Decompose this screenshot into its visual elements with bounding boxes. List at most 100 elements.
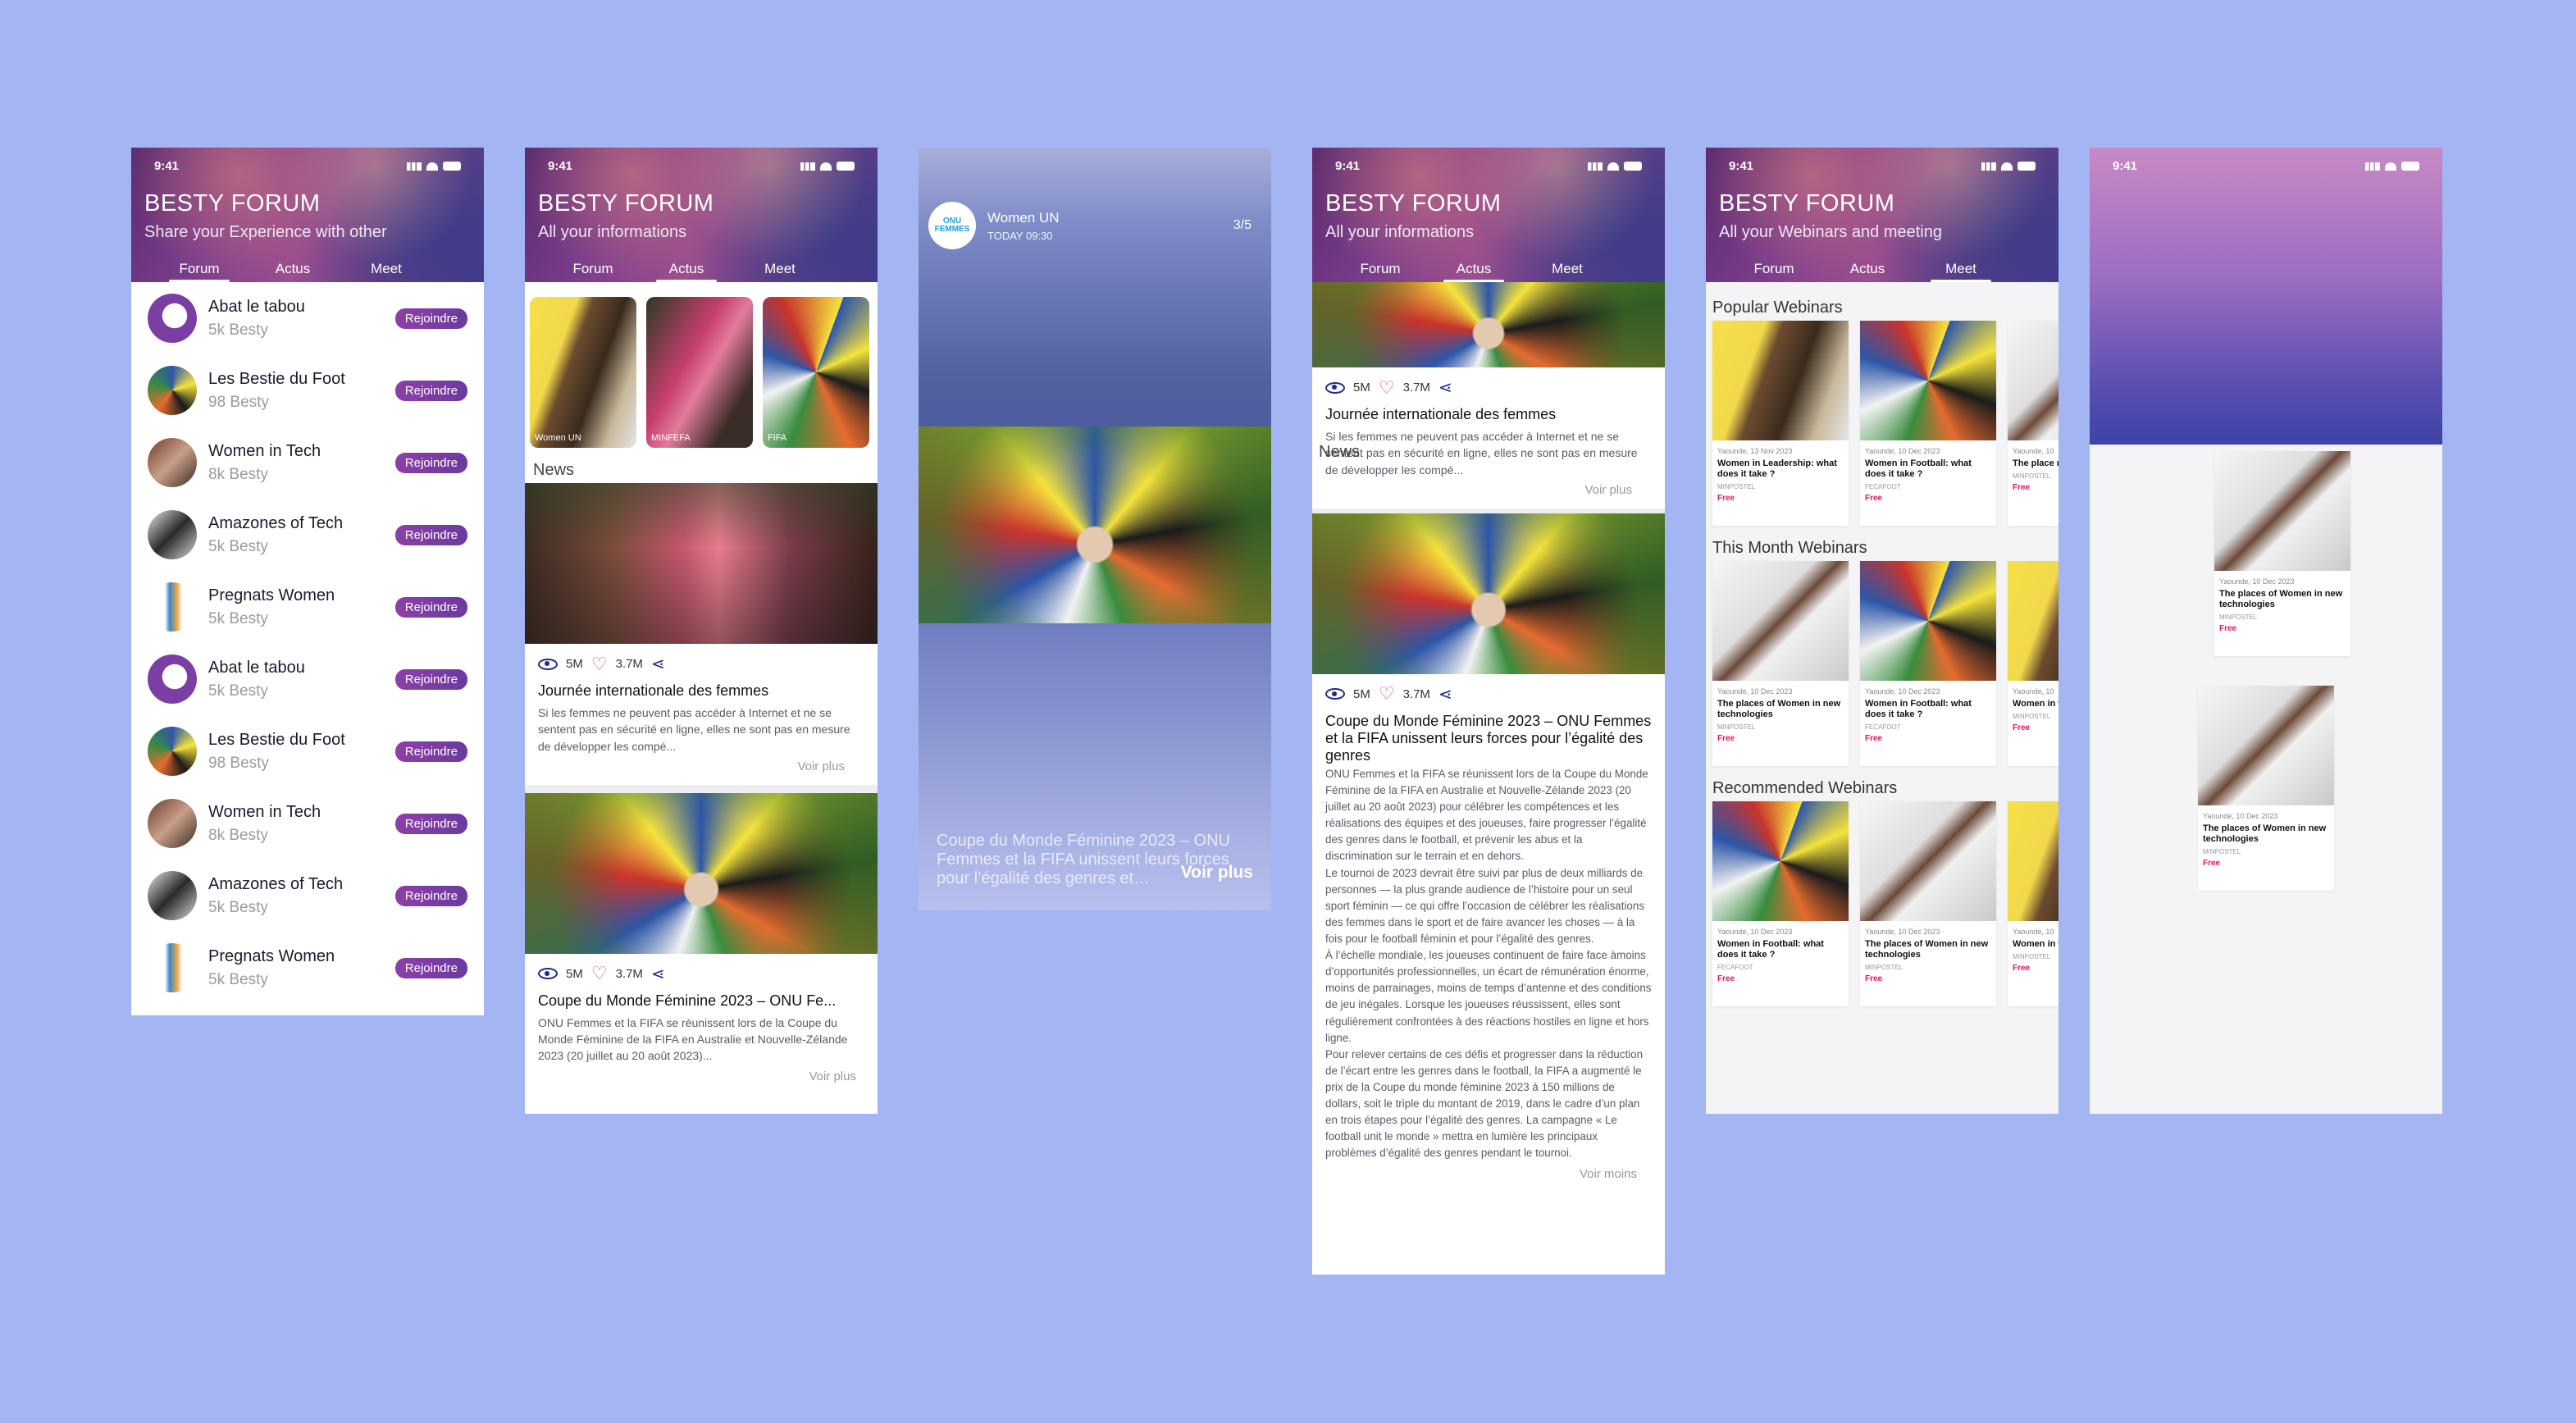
news-photo[interactable] [1312,282,1665,367]
forum-group-row[interactable]: Abat le tabou 5k Besty Rejoindre [131,643,484,715]
forum-group-row[interactable]: Women in Tech 8k Besty Rejoindre [131,426,484,499]
forum-group-row[interactable]: Women in Tech 8k Besty Rejoindre [131,787,484,860]
join-button[interactable]: Rejoindre [394,885,467,906]
forum-group-row[interactable]: Amazones of Tech 5k Besty Rejoindre [131,860,484,932]
status-bar: 9:41 [1729,159,2036,173]
heart-icon[interactable]: ♡ [1379,685,1395,703]
group-name: Women in Tech [208,441,321,460]
webinar-image [1712,321,1849,440]
heart-icon[interactable]: ♡ [1379,378,1395,397]
webinar-image [2008,321,2059,440]
webinar-card[interactable]: Yaounde, 10 Dec 2023 The places of Women… [1860,801,1996,1006]
voir-plus-link[interactable]: Voir plus [1181,863,1253,883]
story-minfefa[interactable]: MINFEFA [646,297,753,448]
tab-forum[interactable]: Forum [1727,258,1821,282]
views-count: 5M [1353,686,1370,701]
story-women-un[interactable]: Women UN [530,297,636,448]
webinar-image [2198,686,2334,805]
webinar-card[interactable]: Yaounde, 10 The place new techn MINPOSTE… [2008,321,2059,526]
webinar-image [1712,561,1849,681]
tab-actus[interactable]: Actus [640,258,733,282]
join-button[interactable]: Rejoindre [394,813,467,834]
news-photo[interactable] [1312,513,1665,674]
webinar-card[interactable]: Yaounde, 10 Dec 2023 Women in Football: … [1860,321,1996,526]
tab-actus[interactable]: Actus [1821,258,1914,282]
share-icon[interactable]: ⋖ [1438,684,1452,705]
screen-actus: 9:41 BESTY FORUM All your informations F… [525,148,878,1114]
screen-webinars: 9:41 BESTY FORUM All your Webinars and m… [1706,148,2059,1114]
screen-actus-expanded: 9:41 BESTY FORUM All your informations F… [1312,148,1665,1275]
join-button[interactable]: Rejoindre [394,380,467,401]
webinar-card[interactable]: Yaounde, 10 Dec 2023 The places of Women… [1712,561,1849,766]
screen-webinar-list: 9:41 Yaounde, 10 Dec 2023 The places of … [2090,148,2442,1114]
eye-icon [538,968,558,980]
story-photo[interactable] [919,426,1271,623]
news-photo[interactable] [525,792,878,954]
status-time: 9:41 [154,159,180,173]
webinar-org: MINPOSTEL [2203,848,2241,856]
tab-meet[interactable]: Meet [733,258,827,282]
tab-meet[interactable]: Meet [1521,258,1614,282]
webinar-card[interactable]: Yaounde, 10 Dec 2023 Women in Football: … [1860,561,1996,766]
webinar-card[interactable]: Yaounde, 10 Women in what doe MINPOSTEL … [2008,801,2059,1006]
heart-icon[interactable]: ♡ [591,654,608,673]
tab-meet[interactable]: Meet [340,258,433,282]
header: 9:41 [2090,148,2442,445]
battery-icon [2017,162,2036,171]
group-name: Women in Tech [208,802,321,821]
story-fifa[interactable]: FIFA [763,297,869,448]
webinar-org: MINPOSTEL [2013,713,2051,721]
join-button[interactable]: Rejoindre [394,957,467,978]
webinar-card[interactable]: Yaounde, 10 Dec 2023 The places of Women… [2198,686,2334,891]
voir-plus-link[interactable]: Voir plus [525,1065,878,1095]
forum-group-row[interactable]: Pregnats Women 5k Besty Rejoindre [131,932,484,1004]
section-title: Recommended Webinars [1712,779,1898,797]
webinar-org: MINPOSTEL [2013,472,2051,481]
heart-icon[interactable]: ♡ [591,965,608,983]
webinar-card[interactable]: Yaounde, 10 Dec 2023 Women in Football: … [1712,801,1849,1006]
webinar-name: Women in Football: what does it take ? [1865,458,1972,480]
share-icon[interactable]: ⋖ [651,654,665,674]
join-button[interactable]: Rejoindre [394,452,467,473]
join-button[interactable]: Rejoindre [394,668,467,690]
tab-actus[interactable]: Actus [1427,258,1521,282]
forum-group-row[interactable]: Amazones of Tech 5k Besty Rejoindre [131,499,484,571]
webinar-price: Free [1717,734,1735,744]
tab-forum[interactable]: Forum [1334,258,1427,282]
forum-group-row[interactable]: Les Bestie du Foot 98 Besty Rejoindre [131,715,484,787]
webinar-card[interactable]: Yaounde, 10 Dec 2023 The places of Women… [2214,451,2350,656]
voir-plus-link[interactable]: Voir plus [525,755,878,785]
join-button[interactable]: Rejoindre [394,741,467,762]
status-time: 9:41 [1335,159,1361,173]
join-button[interactable]: Rejoindre [394,524,467,545]
tab-actus[interactable]: Actus [246,258,340,282]
tab-forum[interactable]: Forum [153,258,246,282]
signal-icon [2365,162,2380,171]
tab-forum[interactable]: Forum [546,258,640,282]
webinar-card[interactable]: Yaounde, 10 Women in what doe MINPOSTEL … [2008,561,2059,766]
join-button[interactable]: Rejoindre [394,308,467,329]
voir-moins-link[interactable]: Voir moins [1312,1162,1665,1193]
webinar-meta: Yaounde, 10 Dec 2023 [1865,928,1940,936]
eye-icon [538,658,558,670]
webinar-name: The places of Women in new technologies [1717,699,1841,720]
forum-group-row[interactable]: Pregnats Women 5k Besty Rejoindre [131,571,484,643]
wifi-icon [820,162,832,171]
header-subtitle: All your Webinars and meeting [1719,223,1942,241]
tab-meet[interactable]: Meet [1914,258,2008,282]
group-count: 98 Besty [208,754,269,772]
share-icon[interactable]: ⋖ [651,964,665,984]
battery-icon [837,162,855,171]
forum-group-row[interactable]: Les Bestie du Foot 98 Besty Rejoindre [131,354,484,426]
news-label: News [533,461,575,479]
webinar-org: MINPOSTEL [1717,723,1756,732]
forum-group-row[interactable]: Abat le tabou 5k Besty Rejoindre [131,282,484,354]
group-name: Amazones of Tech [208,874,344,893]
share-icon[interactable]: ⋖ [1438,377,1452,398]
webinar-price: Free [2203,859,2221,869]
status-time: 9:41 [2113,159,2138,173]
voir-plus-link[interactable]: Voir plus [1312,478,1665,509]
webinar-card[interactable]: Yaounde, 13 Nov 2023 Women in Leadership… [1712,321,1849,526]
join-button[interactable]: Rejoindre [394,596,467,618]
news-photo[interactable] [525,483,878,644]
